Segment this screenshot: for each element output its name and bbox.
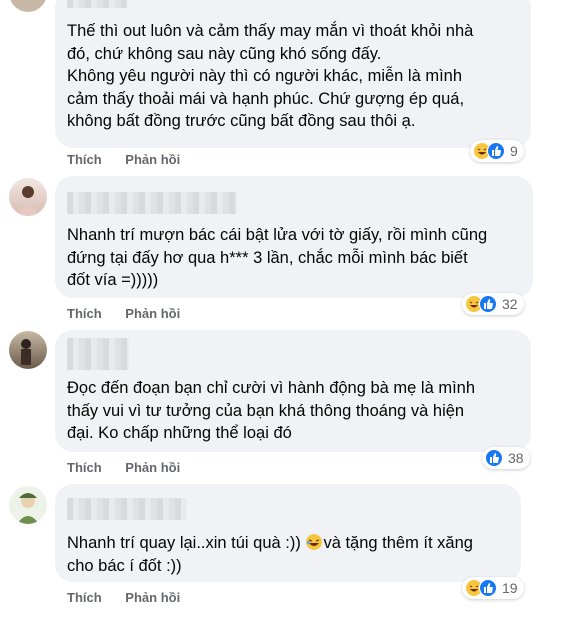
- comment-text: Đọc đến đoạn bạn chỉ cười vì hành động b…: [67, 379, 476, 442]
- reaction-summary[interactable]: 38: [482, 447, 530, 469]
- comment-text: Nhanh trí quay lại..xin túi quà :)) và t…: [67, 532, 511, 577]
- reaction-summary[interactable]: 9: [470, 140, 524, 162]
- commenter-name-blurred[interactable]: [67, 192, 237, 214]
- comment-text: Nhanh trí mượn bác cái bật lửa với tờ gi…: [67, 226, 488, 289]
- commenter-name-blurred[interactable]: [67, 338, 129, 370]
- commenter-name-blurred[interactable]: [67, 0, 127, 8]
- like-link[interactable]: Thích: [67, 590, 102, 605]
- reaction-count: 38: [508, 450, 524, 466]
- rolling-laughing-emoji-icon: [305, 533, 323, 551]
- comment-bubble: Nhanh trí quay lại..xin túi quà :)) và t…: [55, 484, 521, 582]
- reply-link[interactable]: Phản hồi: [125, 152, 180, 167]
- comment-actions: Thích Phản hồi: [67, 590, 200, 605]
- person-avatar-icon: [21, 339, 31, 365]
- comment-text-part: và tặng thêm ít xăng: [323, 534, 473, 552]
- reaction-summary[interactable]: 19: [462, 577, 524, 599]
- like-link[interactable]: Thích: [67, 306, 102, 321]
- comment-text: Thế thì out luôn và cảm thấy may mắn vì …: [67, 22, 474, 130]
- reply-link[interactable]: Phản hồi: [125, 460, 180, 475]
- reply-link[interactable]: Phản hồi: [125, 306, 180, 321]
- like-link[interactable]: Thích: [67, 152, 102, 167]
- commenter-name-blurred[interactable]: [67, 498, 187, 520]
- like-icon: [485, 449, 503, 467]
- like-icon: [479, 579, 497, 597]
- comment-text-part: Nhanh trí quay lại..xin túi quà :)): [67, 534, 306, 552]
- commenter-avatar[interactable]: [9, 486, 47, 524]
- reaction-count: 32: [502, 296, 518, 312]
- like-icon: [487, 142, 505, 160]
- person-avatar-icon: [17, 186, 39, 216]
- reaction-summary[interactable]: 32: [462, 293, 524, 315]
- commenter-avatar[interactable]: [9, 178, 47, 216]
- comment-actions: Thích Phản hồi: [67, 460, 200, 475]
- comment-bubble: Nhanh trí mượn bác cái bật lửa với tờ gi…: [55, 176, 533, 298]
- commenter-avatar[interactable]: [9, 331, 47, 369]
- comment-bubble: Đọc đến đoạn bạn chỉ cười vì hành động b…: [55, 330, 531, 452]
- reaction-count: 19: [502, 580, 518, 596]
- like-link[interactable]: Thích: [67, 460, 102, 475]
- reply-link[interactable]: Phản hồi: [125, 590, 180, 605]
- commenter-avatar[interactable]: [9, 0, 47, 12]
- like-icon: [479, 295, 497, 313]
- comment-actions: Thích Phản hồi: [67, 152, 200, 167]
- reaction-count: 9: [510, 143, 518, 159]
- comment-actions: Thích Phản hồi: [67, 306, 200, 321]
- cartoon-avatar-icon: [17, 493, 39, 524]
- comment-bubble: Thế thì out luôn và cảm thấy may mắn vì …: [55, 0, 531, 148]
- comment-text-part: cho bác í đốt :)): [67, 556, 182, 575]
